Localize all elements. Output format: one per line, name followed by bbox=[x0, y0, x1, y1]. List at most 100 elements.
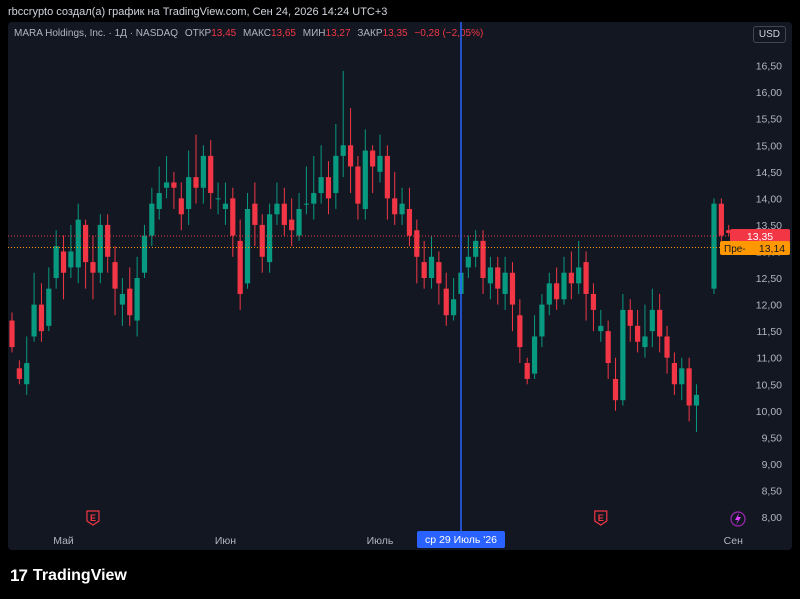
candle bbox=[451, 278, 457, 321]
candle bbox=[149, 187, 155, 247]
time-axis: Май Июн Июль Сен bbox=[53, 535, 743, 547]
y-tick-label: 14,50 bbox=[756, 167, 782, 179]
candle bbox=[171, 171, 177, 209]
candle bbox=[340, 70, 346, 178]
candle bbox=[355, 155, 361, 220]
y-tick-label: 16,50 bbox=[756, 61, 782, 73]
candle bbox=[222, 182, 229, 225]
candle bbox=[664, 325, 670, 374]
candle bbox=[16, 360, 22, 385]
candle bbox=[83, 219, 89, 289]
candle bbox=[502, 256, 508, 310]
candle bbox=[296, 193, 302, 241]
y-tick-label: 15,50 bbox=[756, 114, 782, 126]
header-attribution: rbccrypto создал(а) график на TradingVie… bbox=[8, 6, 388, 18]
candle bbox=[186, 150, 192, 225]
candle bbox=[237, 219, 243, 310]
candle bbox=[252, 182, 258, 247]
pre-price-value: 13,14 bbox=[759, 243, 785, 255]
candle bbox=[377, 134, 383, 183]
candle bbox=[414, 219, 420, 284]
candle bbox=[60, 235, 67, 300]
candle bbox=[38, 283, 45, 342]
candle bbox=[75, 203, 81, 284]
candle bbox=[399, 187, 405, 225]
candle bbox=[546, 272, 552, 316]
y-tick-label: 11,50 bbox=[757, 326, 783, 338]
y-tick-label: 9,00 bbox=[762, 459, 783, 471]
candle bbox=[554, 267, 560, 310]
candle bbox=[620, 293, 626, 406]
candle bbox=[531, 315, 538, 379]
tradingview-logo-icon: 17 bbox=[10, 566, 28, 585]
candle bbox=[105, 214, 111, 273]
x-tick-label: Июн bbox=[215, 535, 236, 547]
candle bbox=[686, 357, 692, 422]
x-tick-label: Сен bbox=[724, 535, 743, 547]
earnings-events: EE bbox=[86, 510, 608, 526]
candle bbox=[97, 214, 103, 284]
candle bbox=[267, 203, 273, 273]
candle bbox=[509, 262, 516, 332]
candlestick-chart[interactable]: 8,00 8,50 9,00 9,50 10,00 10,50 11,00 11,50 12,0… bbox=[8, 22, 792, 550]
candle bbox=[208, 139, 214, 209]
candle bbox=[289, 198, 295, 247]
candle bbox=[693, 384, 700, 433]
candle bbox=[90, 235, 96, 300]
candle bbox=[370, 145, 376, 194]
candle bbox=[598, 309, 604, 342]
candle bbox=[480, 230, 486, 294]
candle bbox=[576, 240, 582, 294]
candle bbox=[119, 278, 125, 326]
candle bbox=[134, 256, 140, 337]
candle bbox=[325, 161, 332, 215]
candle bbox=[487, 256, 493, 300]
y-tick-label: 14,00 bbox=[756, 193, 782, 205]
candle bbox=[274, 182, 280, 225]
candle bbox=[436, 251, 442, 305]
candle bbox=[443, 272, 449, 326]
earnings-icon[interactable]: E bbox=[86, 510, 100, 526]
candle bbox=[612, 357, 619, 411]
earnings-icon[interactable]: E bbox=[594, 510, 608, 526]
candle bbox=[495, 256, 501, 305]
candle bbox=[649, 288, 655, 348]
y-tick-label: 8,00 bbox=[762, 512, 783, 524]
candle bbox=[178, 182, 184, 231]
candle bbox=[657, 293, 663, 353]
y-tick-label: 8,50 bbox=[762, 485, 783, 497]
chart-panel[interactable]: MARA Holdings, Inc. · 1Д · NASDAQ ОТКР13… bbox=[8, 22, 792, 550]
candle bbox=[718, 198, 724, 241]
candle bbox=[24, 336, 30, 395]
candle bbox=[163, 155, 170, 199]
candle bbox=[679, 357, 685, 401]
footer-brand: 17 TradingView bbox=[10, 566, 127, 586]
crosshair-date-label: ср 29 Июль '26 bbox=[425, 534, 497, 546]
candle bbox=[517, 299, 523, 364]
candle bbox=[193, 134, 199, 204]
y-tick-label: 11,00 bbox=[757, 353, 783, 365]
candle bbox=[635, 309, 641, 353]
lightning-icon[interactable] bbox=[730, 511, 746, 527]
candle bbox=[200, 145, 206, 204]
svg-text:E: E bbox=[598, 513, 604, 523]
candle bbox=[9, 312, 15, 353]
candle bbox=[711, 198, 717, 294]
y-tick-label: 10,50 bbox=[756, 379, 782, 391]
candle bbox=[53, 230, 59, 289]
candle bbox=[31, 272, 37, 342]
candle bbox=[215, 182, 221, 215]
pre-price-label: Пре- bbox=[724, 244, 746, 255]
candle bbox=[68, 224, 74, 279]
candle bbox=[627, 299, 633, 342]
candle bbox=[156, 166, 162, 220]
candle bbox=[539, 293, 545, 348]
x-tick-label: Июль bbox=[367, 535, 394, 547]
candle bbox=[561, 256, 567, 305]
candle bbox=[333, 124, 339, 209]
candle bbox=[311, 155, 317, 220]
candle bbox=[428, 235, 435, 289]
candle bbox=[141, 224, 148, 279]
candles-layer bbox=[9, 70, 732, 433]
candle bbox=[384, 145, 390, 220]
